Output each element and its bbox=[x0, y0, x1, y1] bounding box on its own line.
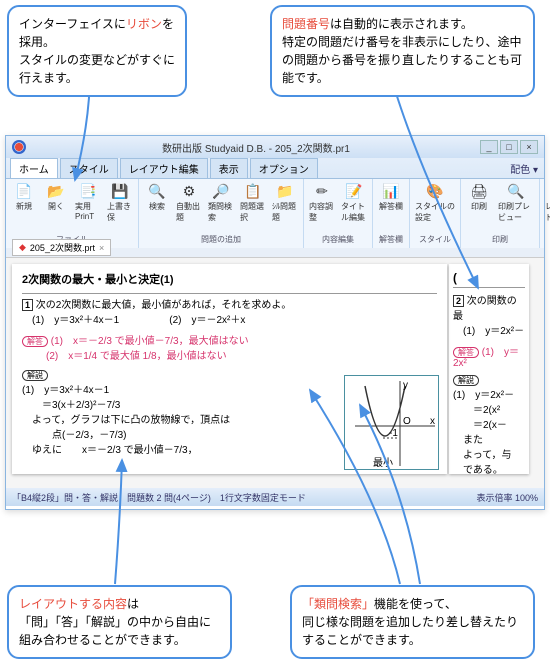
select-icon: 📋 bbox=[244, 182, 262, 200]
title-edit-button[interactable]: 📝タイトル編集 bbox=[339, 181, 369, 224]
save-button[interactable]: 💾上書き保 bbox=[105, 181, 135, 224]
palette-dropdown[interactable]: 配色 ▾ bbox=[504, 159, 544, 178]
document-tab[interactable]: ◆ 205_2次関数.prt × bbox=[12, 239, 111, 256]
print-t-icon: 📑 bbox=[79, 182, 97, 200]
fileq-button[interactable]: 📁ｼﾙ問題題 bbox=[270, 181, 300, 224]
select-button[interactable]: 📋問題選択 bbox=[238, 181, 268, 224]
answer-label: 解答 bbox=[22, 336, 48, 347]
tab-style[interactable]: スタイル bbox=[60, 158, 118, 178]
edit-icon: ✏ bbox=[313, 182, 331, 200]
tab-home[interactable]: ホーム bbox=[10, 158, 58, 178]
search-icon: 🔍 bbox=[148, 182, 166, 200]
app-logo-icon bbox=[12, 140, 26, 154]
callout-qnum: 問題番号は自動的に表示されます。 特定の問題だけ番号を非表示にしたり、途中の問題… bbox=[270, 5, 535, 97]
maximize-button[interactable]: □ bbox=[500, 140, 518, 154]
page-1[interactable]: 2次関数の最大・最小と決定(1) 1 次の2次関数に最大値，最小値があれば，それ… bbox=[12, 264, 447, 474]
ribbon-group-style: 🎨スタイルの設定 スタイル bbox=[410, 179, 461, 248]
callout-similar: 「類問検索」機能を使って、 同じ様な問題を追加したり差し替えたりすることができま… bbox=[290, 585, 535, 659]
ribbon-group-file: 📄新規 📂開く 📑実用PrinT 💾上書き保 ファイル bbox=[6, 179, 139, 248]
similar-button[interactable]: 🔎類問検索 bbox=[206, 181, 236, 224]
svg-text:-1: -1 bbox=[389, 428, 398, 439]
auto-icon: ⚙ bbox=[180, 182, 198, 200]
answer-icon: 📊 bbox=[382, 182, 400, 200]
svg-text:y: y bbox=[403, 380, 408, 391]
title-icon: 📝 bbox=[345, 182, 363, 200]
ribbon-group-edit: ✏内容調整 📝タイトル編集 内容編集 bbox=[304, 179, 373, 248]
ribbon-tabs: ホーム スタイル レイアウト編集 表示 オプション 配色 ▾ bbox=[6, 158, 544, 178]
tab-option[interactable]: オプション bbox=[250, 158, 318, 178]
open-button[interactable]: 📂開く bbox=[41, 181, 71, 213]
preview-icon: 🔍 bbox=[507, 182, 525, 200]
open-icon: 📂 bbox=[47, 182, 65, 200]
fileq-icon: 📁 bbox=[276, 182, 294, 200]
print-button[interactable]: 🖨印刷 bbox=[464, 181, 494, 213]
svg-text:x: x bbox=[430, 416, 435, 427]
save-icon: 💾 bbox=[111, 182, 129, 200]
ribbon: ホーム スタイル レイアウト編集 表示 オプション 配色 ▾ 📄新規 📂開く 📑… bbox=[6, 158, 544, 238]
print-t-button[interactable]: 📑実用PrinT bbox=[73, 181, 103, 222]
window-title: 数研出版 Studyaid D.B. - 205_2次関数.pr1 bbox=[32, 140, 480, 155]
edit-content-button[interactable]: ✏内容調整 bbox=[307, 181, 337, 224]
app-window: 数研出版 Studyaid D.B. - 205_2次関数.pr1 _ □ × … bbox=[5, 135, 545, 510]
answer-button[interactable]: 📊解答欄 bbox=[376, 181, 406, 213]
tab-view[interactable]: 表示 bbox=[210, 158, 248, 178]
question-number-1: 1 bbox=[22, 299, 33, 311]
callout-ribbon: インターフェイスにリボンを採用。 スタイルの変更などがすぐに行えます。 bbox=[7, 5, 187, 97]
page-title: 2次関数の最大・最小と決定(1) bbox=[22, 272, 437, 289]
ribbon-group-view: ▦レイアウト調 🔎表示倍率100% 表示 bbox=[540, 179, 550, 248]
preview-button[interactable]: 🔍印刷プレビュー bbox=[496, 181, 536, 224]
auto-button[interactable]: ⚙自動出題 bbox=[174, 181, 204, 224]
explanation-label: 解説 bbox=[22, 370, 48, 381]
svg-text:最小: 最小 bbox=[373, 457, 393, 469]
svg-text:O: O bbox=[403, 416, 411, 427]
new-button[interactable]: 📄新規 bbox=[9, 181, 39, 213]
tab-close-button[interactable]: × bbox=[99, 243, 104, 253]
ribbon-group-answer: 📊解答欄 解答欄 bbox=[373, 179, 410, 248]
ribbon-group-print: 🖨印刷 🔍印刷プレビュー 印刷 bbox=[461, 179, 540, 248]
page-2[interactable]: ( 2 次の関数の最 (1) y＝2x²－ 解答 (1) y＝2x² 解説 (1… bbox=[449, 264, 529, 474]
graph: O y x -1 最小 bbox=[344, 375, 439, 470]
workspace[interactable]: 2次関数の最大・最小と決定(1) 1 次の2次関数に最大値，最小値があれば，それ… bbox=[6, 258, 544, 488]
similar-icon: 🔎 bbox=[212, 182, 230, 200]
style-set-button[interactable]: 🎨スタイルの設定 bbox=[413, 181, 457, 224]
style-icon: 🎨 bbox=[426, 182, 444, 200]
ribbon-group-add: 🔍検索 ⚙自動出題 🔎類問検索 📋問題選択 📁ｼﾙ問題題 問題の追加 bbox=[139, 179, 304, 248]
printer-icon: 🖨 bbox=[470, 182, 488, 200]
search-button[interactable]: 🔍検索 bbox=[142, 181, 172, 213]
status-left: 「B4縦2段」問・答・解説 問題数 2 問(4ページ) 1行文字数固定モード bbox=[12, 491, 306, 504]
tab-layout[interactable]: レイアウト編集 bbox=[120, 158, 208, 178]
layout-button[interactable]: ▦レイアウト調 bbox=[543, 181, 550, 224]
status-zoom[interactable]: 表示倍率 100% bbox=[476, 491, 538, 504]
new-icon: 📄 bbox=[15, 182, 33, 200]
titlebar: 数研出版 Studyaid D.B. - 205_2次関数.pr1 _ □ × bbox=[6, 136, 544, 158]
callout-layout: レイアウトする内容は 「問」「答」「解説」の中から自由に組み合わせることができま… bbox=[7, 585, 232, 659]
doc-icon: ◆ bbox=[19, 242, 26, 253]
close-button[interactable]: × bbox=[520, 140, 538, 154]
status-bar: 「B4縦2段」問・答・解説 問題数 2 問(4ページ) 1行文字数固定モード 表… bbox=[6, 488, 544, 506]
question-number-2: 2 bbox=[453, 295, 464, 307]
minimize-button[interactable]: _ bbox=[480, 140, 498, 154]
